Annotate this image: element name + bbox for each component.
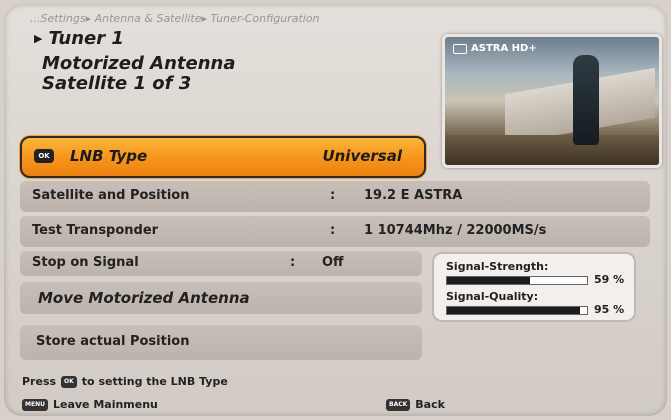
stop-on-signal-colon: : [290,255,296,270]
back-action[interactable]: BACK Back [386,398,445,411]
leave-mainmenu-action[interactable]: MENU Leave Mainmenu [22,398,158,411]
hint-text: to setting the LNB Type [81,375,228,388]
signal-strength-fill [447,277,530,284]
ok-key-icon: OK [34,149,54,163]
signal-quality-label: Signal-Quality: [446,290,539,303]
satellite-position-colon: : [330,188,336,203]
store-position-row[interactable]: Store actual Position [20,324,422,360]
preview-ground [445,135,659,165]
stop-on-signal-label: Stop on Signal [32,255,139,270]
signal-strength-label: Signal-Strength: [446,260,549,273]
tv-icon [453,43,467,54]
tuner-label: Tuner 1 [48,28,124,49]
menu-key-icon: MENU [22,398,48,411]
hint-prefix: Press [22,375,57,388]
back-key-icon: BACK [386,398,411,411]
satellite-position-label: Satellite and Position [32,188,190,203]
signal-strength-bar [446,276,588,285]
triangle-right-icon: ▶ [34,32,43,45]
move-antenna-label: Move Motorized Antenna [38,289,250,307]
signal-panel: Signal-Strength: 59 % Signal-Quality: 95… [432,252,636,322]
leave-mainmenu-label: Leave Mainmenu [52,398,158,411]
satellite-position-value: 19.2 E ASTRA [364,188,463,203]
tuner-heading: ▶ Tuner 1 [34,28,124,49]
test-transponder-row[interactable]: Test Transponder : 1 10744Mhz / 22000MS/… [20,215,650,247]
move-antenna-row[interactable]: Move Motorized Antenna [20,282,422,314]
channel-logo: ASTRA HD+ [453,43,537,54]
signal-strength-value: 59 % [594,273,625,286]
satellite-position-row[interactable]: Satellite and Position : 19.2 E ASTRA [20,180,650,212]
stop-on-signal-row[interactable]: Stop on Signal : Off [20,250,422,276]
breadcrumb: ...Settings▸ Antenna & Satellite▸ Tuner-… [30,12,320,25]
back-label: Back [415,398,445,411]
lnb-type-value: Universal [322,147,402,165]
signal-quality-value: 95 % [594,303,625,316]
ok-button-icon: OK [61,375,77,388]
tv-preview: ASTRA HD+ [442,34,662,168]
signal-quality-fill [447,307,580,314]
test-transponder-label: Test Transponder [32,223,159,238]
test-transponder-value: 1 10744Mhz / 22000MS/s [364,223,547,238]
antenna-type-title: Motorized Antenna [42,53,236,74]
test-transponder-colon: : [330,223,336,238]
signal-quality-bar [446,306,588,315]
preview-person [573,55,599,145]
stop-on-signal-value: Off [322,255,344,270]
satellite-count-title: Satellite 1 of 3 [42,73,192,94]
channel-name: ASTRA HD+ [471,43,537,54]
hint-line: Press OK to setting the LNB Type [22,375,228,388]
store-position-label: Store actual Position [36,334,190,349]
lnb-type-row[interactable]: OK LNB Type Universal [20,136,426,178]
lnb-type-label: LNB Type [70,147,148,165]
